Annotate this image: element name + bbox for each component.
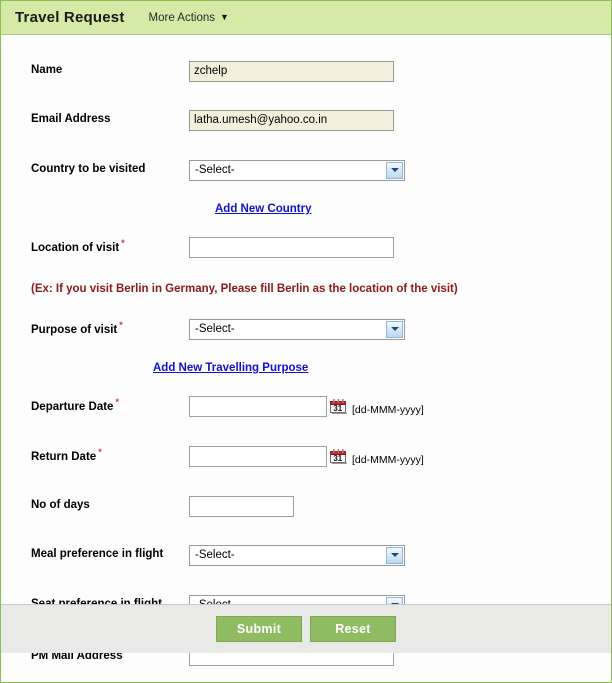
add-country-link-cell: Add New Country: [189, 203, 611, 215]
departure-date-format-hint: [dd-MMM-yyyy]: [352, 403, 424, 416]
field-row-country: Country to be visited -Select-: [1, 156, 611, 184]
field-row-meal-preference: Meal preference in flight -Select-: [1, 541, 611, 569]
submit-button[interactable]: Submit: [216, 616, 302, 642]
no-of-days-input[interactable]: [189, 495, 294, 517]
label-no-of-days: No of days: [31, 499, 90, 512]
field-departure-date: 31 [dd-MMM-yyyy]: [189, 395, 611, 417]
name-input[interactable]: [189, 60, 394, 82]
country-select-value: -Select-: [195, 163, 235, 176]
field-row-return-date: Return Date * 31 [dd-MMM-yyyy]: [1, 442, 611, 470]
form-body: Name Email Address Country to be visited…: [1, 57, 611, 666]
required-marker: *: [119, 320, 123, 331]
label-location-of-visit: Location of visit *: [31, 238, 125, 255]
return-date-input[interactable]: [189, 445, 327, 467]
add-purpose-link-row: Add New Travelling Purpose: [1, 355, 611, 381]
location-hint-row: (Ex: If you visit Berlin in Germany, Ple…: [1, 275, 611, 303]
field-no-of-days: [189, 495, 611, 517]
chevron-down-icon: ▼: [220, 12, 229, 22]
add-country-link-row: Add New Country: [1, 196, 611, 222]
field-row-purpose: Purpose of visit * -Select-: [1, 315, 611, 343]
label-departure-date: Departure Date *: [31, 397, 119, 414]
departure-date-input[interactable]: [189, 395, 327, 417]
add-new-travelling-purpose-link[interactable]: Add New Travelling Purpose: [153, 362, 308, 374]
page-title: Travel Request: [15, 9, 125, 26]
country-select[interactable]: -Select-: [189, 159, 405, 181]
add-new-country-link[interactable]: Add New Country: [215, 203, 311, 215]
travel-request-form-window: Travel Request More Actions ▼ Name Email…: [0, 0, 612, 683]
form-footer: Submit Reset: [1, 604, 611, 653]
location-of-visit-input[interactable]: [189, 236, 394, 258]
field-purpose-of-visit: -Select-: [189, 318, 611, 340]
field-country-to-be-visited: -Select-: [189, 159, 611, 181]
more-actions-label: More Actions: [148, 11, 215, 24]
field-row-location: Location of visit *: [1, 233, 611, 261]
field-return-date: 31 [dd-MMM-yyyy]: [189, 445, 611, 467]
label-email-address: Email Address: [31, 113, 111, 126]
purpose-select[interactable]: -Select-: [189, 318, 405, 340]
chevron-down-icon[interactable]: [386, 320, 403, 338]
location-example-hint: (Ex: If you visit Berlin in Germany, Ple…: [31, 283, 458, 295]
chevron-down-icon[interactable]: [386, 161, 403, 179]
required-marker: *: [121, 238, 125, 249]
calendar-icon[interactable]: 31: [330, 398, 348, 414]
field-name: [189, 60, 611, 82]
label-name: Name: [31, 64, 63, 77]
field-meal-preference: -Select-: [189, 544, 611, 566]
field-row-departure-date: Departure Date * 31 [dd-MMM-yyyy]: [1, 392, 611, 420]
calendar-icon[interactable]: 31: [330, 448, 348, 464]
field-row-no-of-days: No of days: [1, 492, 611, 520]
label-purpose-of-visit: Purpose of visit *: [31, 320, 123, 337]
meal-preference-select[interactable]: -Select-: [189, 544, 405, 566]
label-country-to-be-visited: Country to be visited: [31, 163, 146, 176]
chevron-down-icon[interactable]: [386, 546, 403, 564]
field-row-email: Email Address: [1, 106, 611, 134]
field-email-address: [189, 109, 611, 131]
more-actions-menu[interactable]: More Actions ▼: [149, 12, 229, 24]
svg-text:31: 31: [333, 404, 342, 413]
field-row-name: Name: [1, 57, 611, 85]
required-marker: *: [115, 397, 119, 408]
field-location-of-visit: [189, 236, 611, 258]
form-header: Travel Request More Actions ▼: [1, 1, 611, 35]
meal-preference-select-value: -Select-: [195, 548, 235, 561]
return-date-format-hint: [dd-MMM-yyyy]: [352, 453, 424, 466]
email-address-input[interactable]: [189, 109, 394, 131]
add-purpose-link-cell: Add New Travelling Purpose: [153, 362, 611, 374]
purpose-select-value: -Select-: [195, 322, 235, 335]
label-return-date: Return Date *: [31, 447, 102, 464]
svg-text:31: 31: [333, 454, 342, 463]
reset-button[interactable]: Reset: [310, 616, 396, 642]
label-meal-preference: Meal preference in flight: [31, 548, 164, 561]
required-marker: *: [98, 447, 102, 458]
